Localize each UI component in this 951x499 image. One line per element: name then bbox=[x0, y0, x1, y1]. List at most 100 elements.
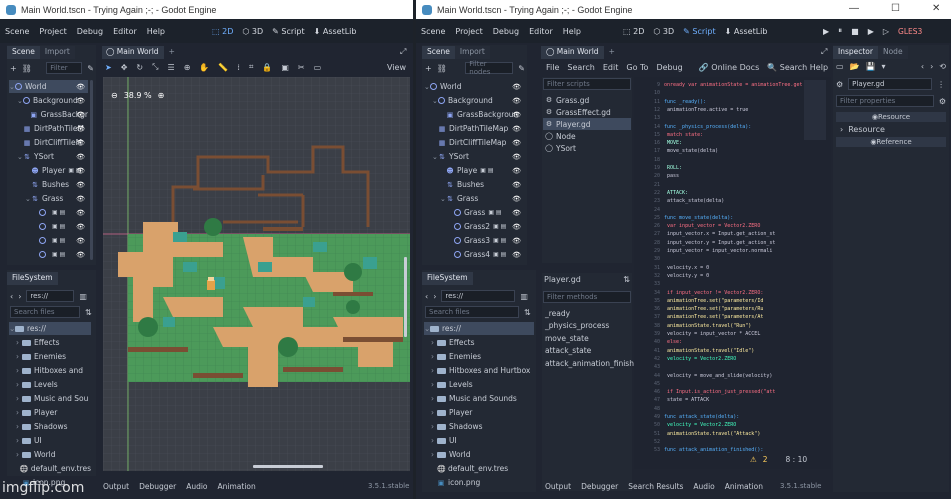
workspace-script[interactable]: ✎ Script bbox=[272, 27, 304, 36]
visibility-eye-icon[interactable]: 👁 bbox=[512, 209, 521, 217]
history-forward-icon[interactable]: › bbox=[930, 62, 933, 71]
code-line[interactable]: 22 ATTACK: bbox=[634, 189, 831, 197]
script-attach-icon[interactable]: ✎ bbox=[87, 64, 94, 73]
zoom-in-icon[interactable]: ⊕ bbox=[158, 91, 165, 100]
save-resource-icon[interactable]: 💾 bbox=[866, 62, 876, 71]
filter-scripts-input[interactable]: Filter scripts bbox=[543, 78, 631, 90]
visibility-eye-icon[interactable]: 👁 bbox=[76, 209, 85, 217]
code-line[interactable]: 47 state = ATTACK bbox=[634, 396, 831, 404]
workspace-2d[interactable]: ⬚ 2D bbox=[212, 27, 233, 36]
script-menu-debug[interactable]: Debug bbox=[656, 63, 682, 72]
visibility-eye-icon[interactable]: 👁 bbox=[76, 181, 85, 189]
rotate-tool-icon[interactable]: ↻ bbox=[136, 63, 143, 72]
code-line[interactable]: 48 bbox=[634, 405, 831, 413]
script-icon[interactable]: ▣ ▤ bbox=[493, 223, 506, 230]
split-mode-icon[interactable]: ▥ bbox=[79, 292, 87, 301]
code-line[interactable]: 13 bbox=[634, 114, 831, 122]
scene-tree-scrollbar[interactable] bbox=[90, 80, 93, 260]
resource-section[interactable]: › Resource bbox=[840, 125, 885, 134]
visibility-eye-icon[interactable]: 👁 bbox=[76, 125, 85, 133]
scene-tree-item[interactable]: ▦ DirtPathTileM 👁 bbox=[9, 122, 88, 135]
menu-help[interactable]: Help bbox=[558, 27, 586, 36]
visibility-eye-icon[interactable]: 👁 bbox=[512, 111, 521, 119]
sort-methods-icon[interactable]: ⇅ bbox=[623, 275, 630, 284]
script-list-item[interactable]: ◯ Node bbox=[543, 130, 631, 142]
history-icon[interactable]: ⟲ bbox=[939, 62, 946, 71]
file-tree-item[interactable]: › Music and Sounds bbox=[424, 392, 534, 405]
scene-tree-item[interactable]: ⇅ Bushes 👁 bbox=[9, 178, 88, 191]
visibility-eye-icon[interactable]: 👁 bbox=[512, 125, 521, 133]
split-mode-icon[interactable]: ▥ bbox=[520, 292, 528, 301]
visibility-eye-icon[interactable]: 👁 bbox=[512, 83, 521, 91]
new-tab-button[interactable]: + bbox=[164, 46, 180, 59]
visibility-eye-icon[interactable]: 👁 bbox=[512, 195, 521, 203]
move-tool-icon[interactable]: ✥ bbox=[121, 63, 128, 72]
script-menu-edit[interactable]: Edit bbox=[603, 63, 619, 72]
scene-tree-item[interactable]: Grass3 ▣ ▤ 👁 bbox=[424, 234, 524, 247]
scene-tree-item[interactable]: ⌄ Background 👁 bbox=[424, 94, 524, 107]
visibility-eye-icon[interactable]: 👁 bbox=[76, 139, 85, 147]
file-tree-item[interactable]: › Player bbox=[9, 406, 91, 419]
visibility-eye-icon[interactable]: 👁 bbox=[76, 111, 85, 119]
view-menu-button[interactable]: View bbox=[387, 63, 406, 72]
code-line[interactable]: 24 bbox=[634, 206, 831, 214]
visibility-eye-icon[interactable]: 👁 bbox=[512, 237, 521, 245]
code-line[interactable]: 51 animationState.travel("Attack") bbox=[634, 430, 831, 438]
tab-output[interactable]: Output bbox=[545, 482, 571, 491]
tab-import[interactable]: Import bbox=[39, 46, 75, 59]
script-icon[interactable]: ▣ ▤ bbox=[493, 251, 506, 258]
back-icon[interactable]: ‹ bbox=[10, 292, 13, 301]
script-icon[interactable]: ▣ ▤ bbox=[52, 237, 65, 244]
code-line[interactable]: 15 match state: bbox=[634, 131, 831, 139]
pause-icon[interactable]: ⏸ bbox=[838, 26, 842, 36]
play-scene-icon[interactable]: ▶ bbox=[868, 27, 874, 36]
warning-icon[interactable]: ⚠ bbox=[750, 455, 757, 464]
code-line[interactable]: 34 if input_vector != Vector2.ZERO: bbox=[634, 289, 831, 297]
script-list-item[interactable]: ⚙ Player.gd bbox=[543, 118, 631, 130]
file-tree-item[interactable]: › Music and Sou bbox=[9, 392, 91, 405]
scene-tree-item[interactable]: ▣ GrassBackgr 👁 bbox=[9, 108, 88, 121]
file-tree-item[interactable]: › Shadows bbox=[9, 420, 91, 433]
scene-tree-item[interactable]: ⌄ Background 👁 bbox=[9, 94, 88, 107]
object-menu-icon[interactable]: ⋮ bbox=[937, 80, 945, 89]
code-line[interactable]: 29 input_vector = input_vector.normali bbox=[634, 247, 831, 255]
visibility-eye-icon[interactable]: 👁 bbox=[76, 251, 85, 259]
menu-project[interactable]: Project bbox=[34, 27, 71, 36]
tab-main-world[interactable]: ◯ Main World bbox=[102, 46, 164, 59]
script-icon[interactable]: ▣ ▤ bbox=[52, 223, 65, 230]
code-line[interactable]: 31 velocity.x = 0 bbox=[634, 264, 831, 272]
code-line[interactable]: 30 bbox=[634, 255, 831, 263]
file-tree-item[interactable]: › World bbox=[9, 448, 91, 461]
code-line[interactable]: 23 attack_state(delta) bbox=[634, 197, 831, 205]
code-line[interactable]: 11 func _ready(): bbox=[634, 98, 831, 106]
tab-animation[interactable]: Animation bbox=[725, 482, 763, 491]
visibility-eye-icon[interactable]: 👁 bbox=[76, 97, 85, 105]
workspace-assetlib[interactable]: ⬇ AssetLib bbox=[725, 27, 768, 36]
filter-methods-input[interactable]: Filter methods bbox=[543, 291, 631, 303]
code-line[interactable]: 27 input_vector.x = Input.get_action_st bbox=[634, 230, 831, 238]
menu-editor[interactable]: Editor bbox=[108, 27, 142, 36]
tab-filesystem[interactable]: FileSystem bbox=[422, 272, 473, 285]
tab-main-world[interactable]: ◯ Main World bbox=[541, 46, 604, 59]
visibility-eye-icon[interactable]: 👁 bbox=[512, 139, 521, 147]
code-line[interactable]: 40 else: bbox=[634, 338, 831, 346]
file-tree-item[interactable]: › Hitboxes and bbox=[9, 364, 91, 377]
scene-tree-item[interactable]: ⌄ ⇅ Grass 👁 bbox=[9, 192, 88, 205]
scene-tree-item[interactable]: ▦ DirtCliffTileMap 👁 bbox=[424, 136, 524, 149]
method-list-item[interactable]: move_state bbox=[543, 332, 633, 345]
pan-tool-icon[interactable]: ✋ bbox=[199, 63, 209, 72]
close-icon[interactable]: ✕ bbox=[932, 3, 940, 14]
method-list-item[interactable]: attack_state bbox=[543, 345, 633, 358]
file-tree-item[interactable]: › Hitboxes and Hurtbox bbox=[424, 364, 534, 377]
lock-icon[interactable]: 🔒 bbox=[262, 63, 272, 72]
inspector-object-selector[interactable]: Player.gd bbox=[848, 78, 933, 90]
ruler-tool-icon[interactable]: 📏 bbox=[218, 63, 228, 72]
tab-audio[interactable]: Audio bbox=[186, 482, 207, 491]
scene-tree-item[interactable]: Grass ▣ ▤ 👁 bbox=[424, 206, 524, 219]
file-tree-item[interactable]: ⌄ res:// bbox=[424, 322, 534, 335]
workspace-script[interactable]: ✎ Script bbox=[683, 27, 715, 36]
file-tree-item[interactable]: › UI bbox=[9, 434, 91, 447]
file-tree-item[interactable]: 🌐 default_env.tres bbox=[424, 462, 534, 475]
method-list-item[interactable]: attack_animation_finished bbox=[543, 357, 643, 370]
method-list-item[interactable]: _physics_process bbox=[543, 320, 633, 333]
